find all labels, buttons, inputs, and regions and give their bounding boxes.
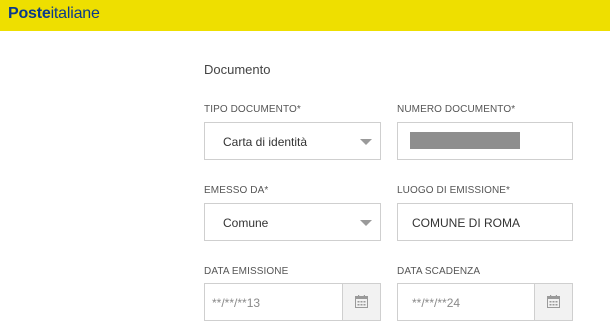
calendar-icon <box>547 295 560 308</box>
tipo-documento-select[interactable]: Carta di identità <box>204 122 381 160</box>
logo-text-bold: Poste <box>8 5 51 22</box>
chevron-down-icon <box>360 139 372 145</box>
luogo-emissione-label: LUOGO DI EMISSIONE* <box>397 185 511 196</box>
top-bar: Posteitaliane <box>0 0 610 31</box>
numero-documento-label: NUMERO DOCUMENTO* <box>397 104 516 115</box>
luogo-emissione-input[interactable]: COMUNE DI ROMA <box>397 203 573 241</box>
numero-documento-input[interactable] <box>397 122 573 160</box>
data-emissione-value: **/**/**13 <box>212 296 261 310</box>
tipo-documento-label: TIPO DOCUMENTO* <box>204 104 301 115</box>
redacted-value <box>410 132 520 149</box>
poste-italiane-logo[interactable]: Posteitaliane <box>8 4 100 24</box>
logo-text-light: italiane <box>50 5 100 22</box>
emesso-da-label: EMESSO DA* <box>204 185 269 196</box>
luogo-emissione-value: COMUNE DI ROMA <box>412 216 520 230</box>
chevron-down-icon <box>360 220 372 226</box>
calendar-button[interactable] <box>342 284 380 320</box>
data-scadenza-label: DATA SCADENZA <box>397 266 481 277</box>
tipo-documento-value: Carta di identità <box>223 135 308 149</box>
calendar-icon <box>355 295 368 308</box>
calendar-button[interactable] <box>534 284 572 320</box>
data-scadenza-value: **/**/**24 <box>412 296 461 310</box>
data-scadenza-input[interactable]: **/**/**24 <box>397 283 573 321</box>
data-emissione-label: DATA EMISSIONE <box>204 266 289 277</box>
emesso-da-value: Comune <box>223 216 269 230</box>
data-emissione-input[interactable]: **/**/**13 <box>204 283 381 321</box>
section-title: Documento <box>204 62 271 77</box>
emesso-da-select[interactable]: Comune <box>204 203 381 241</box>
